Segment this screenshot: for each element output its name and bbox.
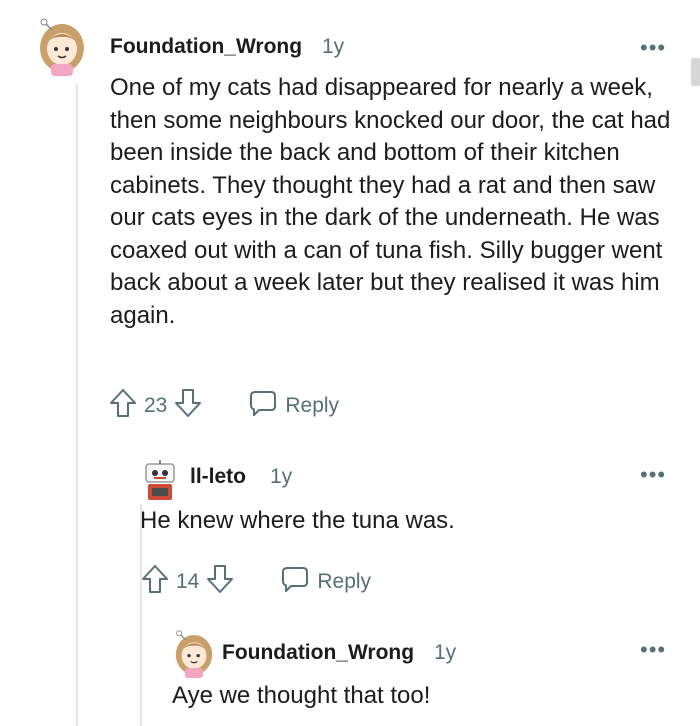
username[interactable]: Foundation_Wrong	[222, 641, 414, 665]
thread-line	[76, 84, 78, 726]
arrow-down-icon[interactable]	[173, 387, 203, 425]
more-options-button[interactable]: •••	[640, 639, 666, 661]
comment-body: Aye we thought that too!	[172, 682, 431, 709]
more-options-button[interactable]: •••	[640, 37, 666, 59]
reply-button[interactable]: Reply	[249, 389, 339, 423]
username[interactable]: Foundation_Wrong	[110, 35, 302, 59]
comment-age: 1y	[322, 35, 345, 58]
comment-actions: 23 Reply	[108, 387, 339, 425]
arrow-down-icon[interactable]	[205, 563, 235, 601]
arrow-up-icon[interactable]	[140, 563, 170, 601]
comment-age: 1y	[434, 641, 457, 664]
reply-button[interactable]: Reply	[281, 565, 371, 599]
comment-body: He knew where the tuna was.	[140, 507, 455, 534]
avatar[interactable]	[172, 630, 216, 678]
vote-count: 14	[176, 570, 200, 593]
speech-bubble-icon	[281, 565, 309, 599]
username[interactable]: ll-leto	[190, 465, 246, 489]
avatar[interactable]	[36, 18, 88, 76]
speech-bubble-icon	[249, 389, 277, 423]
comment-actions: 14 Reply	[140, 563, 371, 601]
reply-label: Reply	[317, 570, 372, 593]
arrow-up-icon[interactable]	[108, 387, 138, 425]
more-options-button[interactable]: •••	[640, 464, 666, 486]
avatar[interactable]	[138, 460, 182, 504]
reply-label: Reply	[285, 394, 340, 417]
comment-age: 1y	[270, 465, 293, 488]
comment-body: One of my cats had disappeared for nearl…	[110, 74, 671, 329]
vote-count: 23	[144, 394, 168, 417]
scrollbar[interactable]	[691, 58, 700, 86]
